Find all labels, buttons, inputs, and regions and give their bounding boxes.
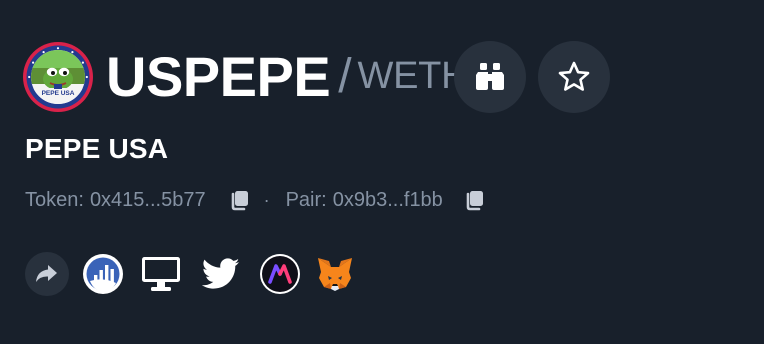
copy-icon	[466, 191, 483, 211]
app-icon	[260, 254, 300, 294]
star-icon	[558, 61, 590, 91]
token-pair-header: PEPE USA USPEPE / WETH PEPE USA Token: 0…	[0, 0, 764, 344]
website-icon	[142, 257, 180, 291]
metamask-link[interactable]	[312, 251, 358, 297]
logo-text: PEPE USA	[42, 90, 75, 97]
twitter-icon	[202, 258, 240, 289]
token-logo: PEPE USA	[23, 42, 93, 112]
share-icon	[25, 252, 69, 296]
token-address-label: Token:	[25, 188, 84, 211]
address-separator: ·	[263, 189, 270, 210]
copy-pair-address-button[interactable]	[461, 187, 487, 213]
chart-link[interactable]	[80, 251, 126, 297]
quote-token-symbol: WETH	[357, 54, 469, 97]
binoculars-icon	[476, 63, 504, 90]
website-link[interactable]	[138, 251, 184, 297]
token-address[interactable]: 0x415...5b77	[90, 189, 206, 212]
pair-address[interactable]: 0x9b3...f1bb	[333, 189, 443, 212]
base-token-symbol: USPEPE	[106, 44, 331, 108]
chart-icon	[83, 254, 123, 294]
pair-address-label: Pair:	[285, 188, 327, 211]
share-button[interactable]	[24, 251, 70, 297]
pair-title: USPEPE / WETH	[106, 40, 469, 112]
app-link[interactable]	[257, 251, 303, 297]
twitter-link[interactable]	[198, 251, 244, 297]
watchlist-button[interactable]	[454, 41, 526, 113]
metamask-icon	[318, 258, 352, 291]
address-row: Token: 0x415...5b77 · Pair: 0x9b3...f1bb	[25, 184, 487, 216]
copy-token-address-button[interactable]	[226, 187, 252, 213]
pair-separator: /	[338, 49, 352, 103]
favorite-button[interactable]	[538, 41, 610, 113]
token-name: PEPE USA	[25, 133, 169, 164]
copy-icon	[231, 191, 248, 211]
